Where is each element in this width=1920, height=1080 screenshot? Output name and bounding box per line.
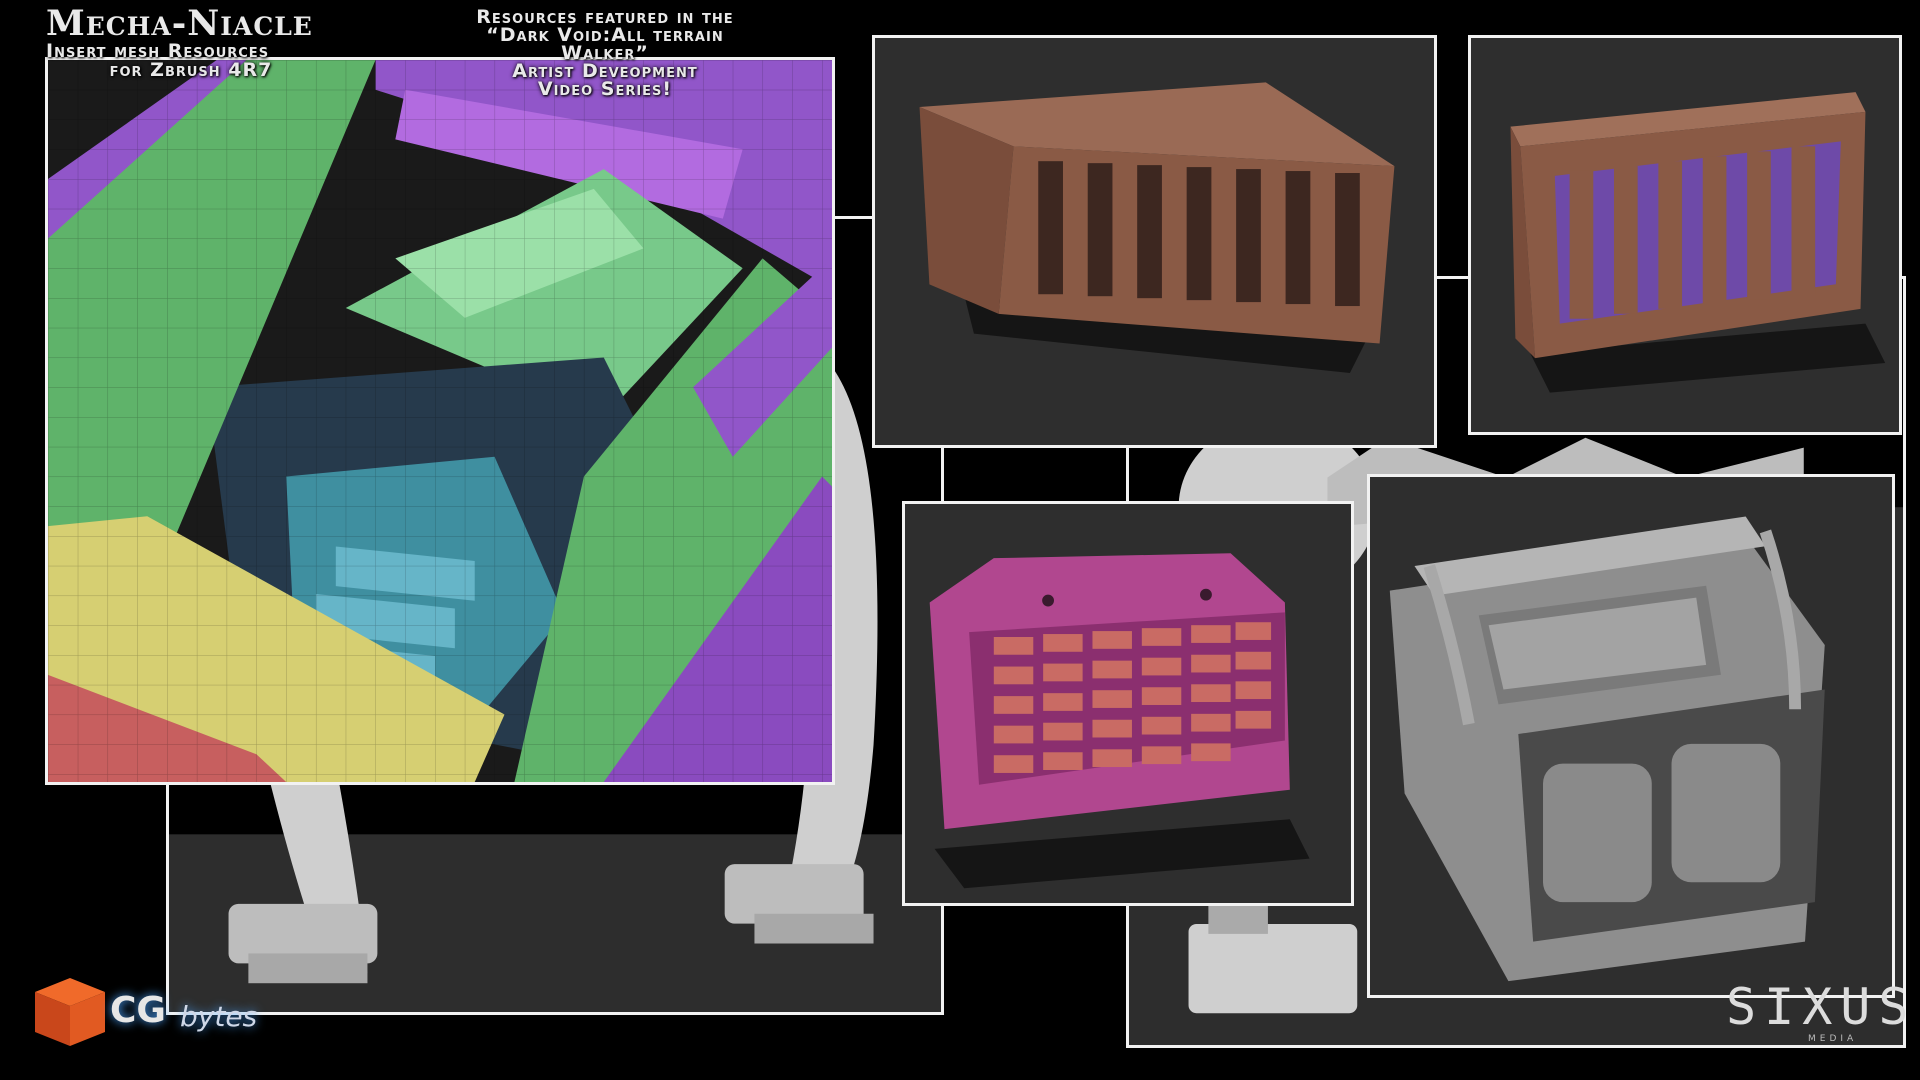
- brown-vent-render: [872, 35, 1437, 448]
- sixus1-logo: SIXUS1: [1726, 978, 1920, 1036]
- title-block: Mecha-Niacle Insert mesh Resources for Z…: [46, 6, 376, 80]
- cg-logo-sub: bytes: [180, 1000, 258, 1033]
- title-subtitle-2: for Zbrush 4R7: [109, 59, 273, 81]
- feature-text: Resources featured in the “Dark Void:All…: [405, 8, 805, 100]
- feature-line-5: Video Series!: [537, 78, 673, 100]
- cockpit-wireframe-render: [45, 57, 835, 785]
- pink-keypad-render: [902, 501, 1354, 906]
- title-main: Mecha-Niacle: [46, 3, 313, 44]
- brown-grille-render: [1468, 35, 1902, 435]
- grey-console-render: [1367, 474, 1895, 998]
- sixus1-logo-sub: MEDIA: [1808, 1034, 1858, 1044]
- cg-logo-text: CG: [110, 990, 166, 1031]
